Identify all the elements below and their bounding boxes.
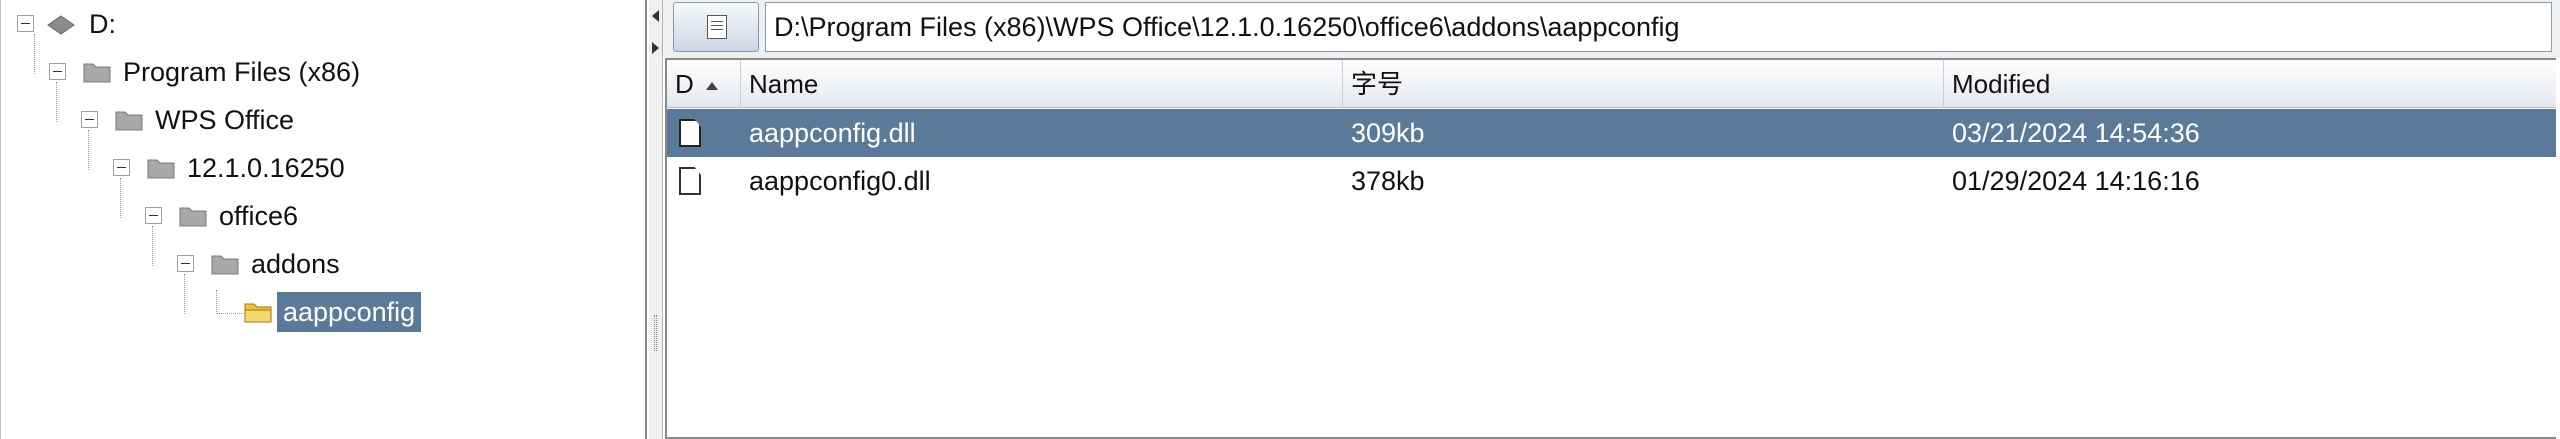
tree-connector [152,226,153,266]
folder-open-icon [244,303,272,323]
tree-node-office6[interactable]: office6 [213,196,304,236]
collapse-toggle-program-files[interactable] [49,63,66,80]
splitter-grip-icon [654,315,657,351]
collapse-left-arrow-icon[interactable] [652,10,659,22]
tree-node-aappconfig[interactable]: aappconfig [277,292,422,332]
collapse-toggle-drive[interactable] [17,15,34,32]
file-size: 309kb [1351,118,1425,148]
file-size: 378kb [1351,166,1425,196]
tree-connector [56,82,57,122]
folder-icon [115,111,143,131]
path-bar [663,0,2560,58]
tree-node-version[interactable]: 12.1.0.16250 [181,148,351,188]
collapse-right-arrow-icon[interactable] [652,42,659,54]
folder-tree[interactable]: D: Program Files (x86) WPS Office 12.1.0… [0,0,647,439]
collapse-toggle-wps-office[interactable] [81,111,98,128]
tree-connector [120,178,121,218]
file-modified: 03/21/2024 14:54:36 [1952,118,2200,148]
column-header-size[interactable]: 字号 [1343,60,1944,108]
column-header-d-label: D [675,69,694,99]
tree-connector [184,274,185,314]
folder-icon [147,159,175,179]
tree-connector [216,313,244,314]
drive-icon [47,15,75,35]
tree-node-drive-d[interactable]: D: [83,4,122,44]
sort-ascending-icon [705,82,718,91]
file-icon [679,167,701,195]
path-input[interactable] [765,2,2552,52]
document-icon [707,15,727,39]
folder-icon [83,63,111,83]
path-menu-button[interactable] [673,2,759,52]
tree-node-wps-office[interactable]: WPS Office [149,100,300,140]
file-modified: 01/29/2024 14:16:16 [1952,166,2200,196]
column-header-modified[interactable]: Modified [1944,60,2556,108]
file-list[interactable]: D Name 字号 Modified aappconfig.dll 309kb … [665,58,2556,439]
column-header-name[interactable]: Name [741,60,1343,108]
file-icon [679,119,701,147]
folder-icon [211,255,239,275]
file-name: aappconfig0.dll [749,166,931,196]
tree-node-addons[interactable]: addons [245,244,346,284]
collapse-toggle-version[interactable] [113,159,130,176]
tree-connector [216,290,217,314]
list-header: D Name 字号 Modified [667,60,2556,108]
column-header-d[interactable]: D [667,60,741,108]
file-name: aappconfig.dll [749,118,916,148]
tree-node-program-files[interactable]: Program Files (x86) [117,52,366,92]
table-row[interactable]: aappconfig0.dll 378kb 01/29/2024 14:16:1… [667,157,2556,205]
table-row[interactable]: aappconfig.dll 309kb 03/21/2024 14:54:36 [667,109,2556,157]
pane-splitter[interactable] [649,0,663,439]
tree-connector [88,130,89,170]
collapse-toggle-office6[interactable] [145,207,162,224]
tree-connector [34,34,35,74]
folder-icon [179,207,207,227]
collapse-toggle-addons[interactable] [177,255,194,272]
